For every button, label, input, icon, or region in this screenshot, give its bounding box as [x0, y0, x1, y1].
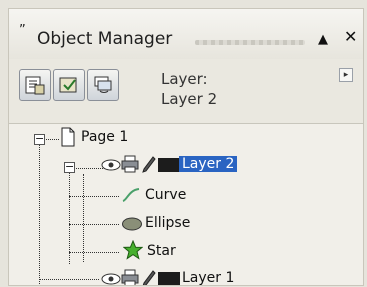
active-layer-caption: Layer: — [161, 70, 208, 88]
pencil-icon[interactable] — [142, 156, 156, 174]
tree-connector — [69, 164, 70, 264]
layer-1-label[interactable]: Layer 1 — [182, 270, 234, 285]
close-icon[interactable]: ✕ — [344, 27, 357, 46]
page-expander[interactable]: − — [34, 133, 45, 145]
printer-icon[interactable] — [121, 155, 139, 173]
title-bar[interactable]: ” Object Manager ▲ ✕ — [9, 9, 363, 59]
grip-icon[interactable]: ” — [19, 23, 26, 38]
tree-connector — [39, 279, 99, 280]
object-properties-icon — [25, 76, 45, 95]
flyout-menu-button[interactable]: ▸ — [339, 68, 353, 82]
object-manager-panel: ” Object Manager ▲ ✕ Layer: Layer 2 ▸ − … — [8, 8, 364, 286]
edit-across-layers-button[interactable] — [53, 69, 85, 101]
layer-2-expander[interactable]: − — [64, 161, 75, 173]
layer-1-color-swatch[interactable] — [158, 272, 180, 285]
curve-label[interactable]: Curve — [145, 187, 186, 203]
object-tree: − Page 1 − Layer 2 Curve Ellipse Star La… — [9, 124, 363, 285]
page-1-label[interactable]: Page 1 — [81, 129, 128, 145]
tree-connector — [69, 252, 119, 253]
layer-manager-icon — [94, 76, 112, 93]
curve-icon — [122, 188, 140, 202]
title-drag-track[interactable] — [195, 40, 305, 45]
layer-2-color-swatch[interactable] — [158, 158, 180, 172]
layer-manager-view-button[interactable] — [87, 69, 119, 101]
active-layer-name: Layer 2 — [161, 90, 218, 108]
eye-icon[interactable] — [101, 158, 121, 172]
ellipse-label[interactable]: Ellipse — [145, 215, 190, 231]
tree-connector — [83, 174, 84, 262]
toolbar: Layer: Layer 2 ▸ — [9, 59, 363, 124]
tree-connector — [69, 224, 119, 225]
ellipse-icon — [122, 217, 142, 231]
star-icon — [123, 240, 143, 260]
layer-2-label[interactable]: Layer 2 — [179, 156, 238, 172]
page-icon — [61, 127, 75, 147]
eye-icon[interactable] — [101, 272, 121, 286]
show-object-properties-button[interactable] — [19, 69, 51, 101]
panel-title: Object Manager — [37, 29, 173, 49]
collapse-up-icon[interactable]: ▲ — [318, 32, 328, 47]
printer-icon[interactable] — [121, 269, 139, 286]
tree-connector — [39, 134, 40, 284]
active-layer-label: Layer: Layer 2 — [161, 69, 217, 109]
tree-connector — [69, 196, 119, 197]
star-label[interactable]: Star — [147, 243, 176, 259]
edit-layers-icon — [59, 77, 77, 93]
pencil-icon[interactable] — [142, 270, 156, 286]
